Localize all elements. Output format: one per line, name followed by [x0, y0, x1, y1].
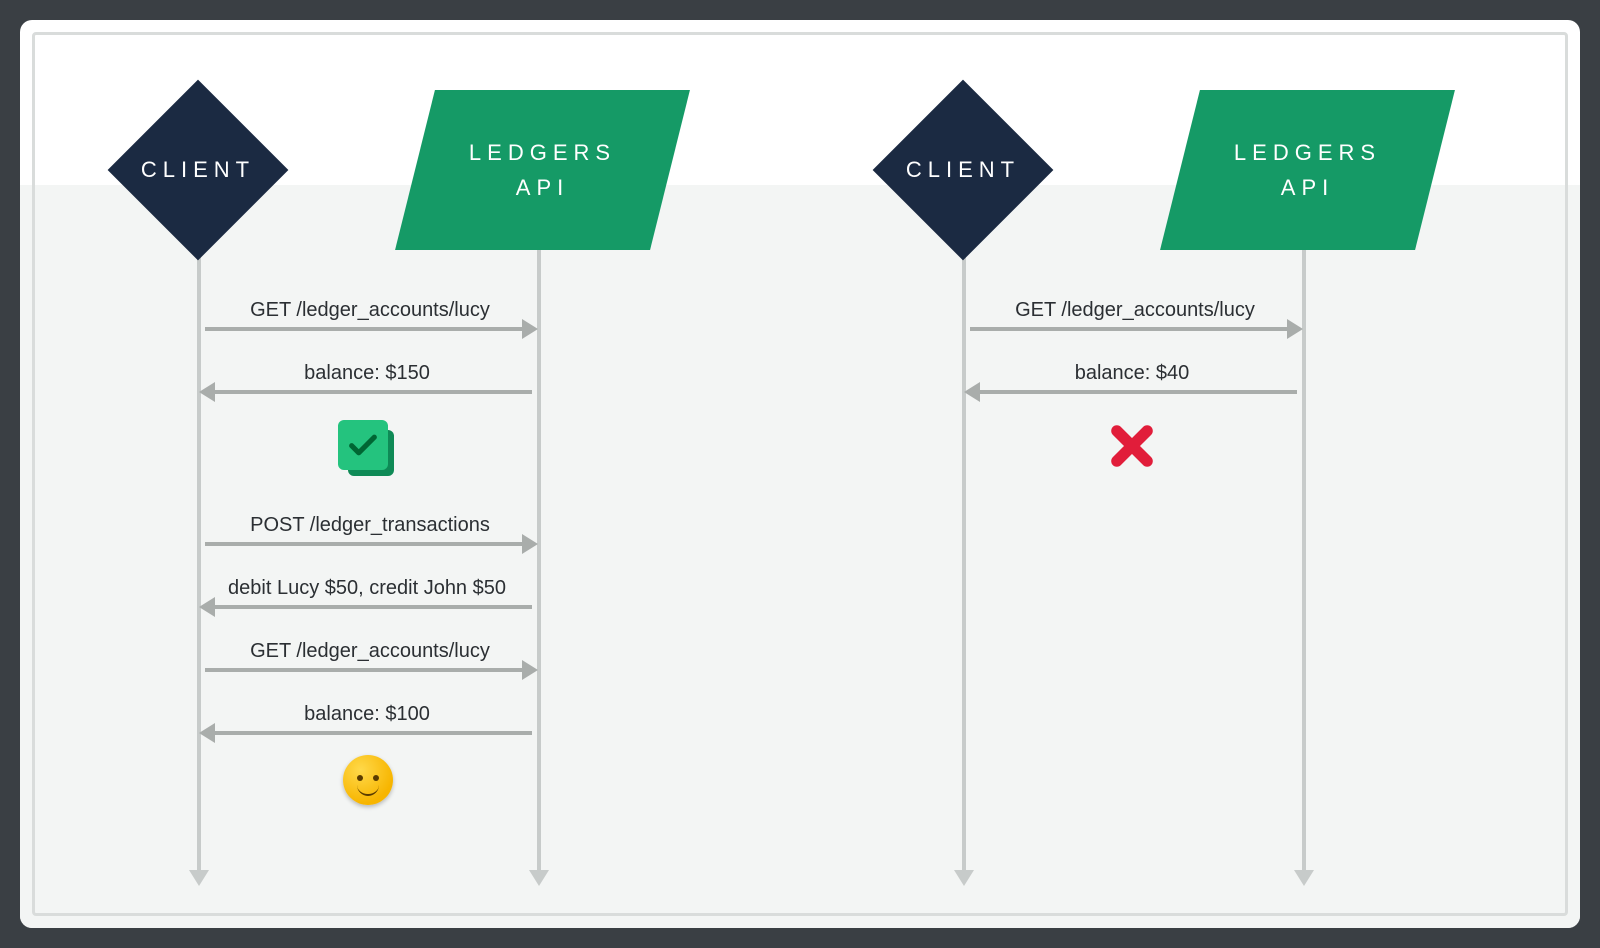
participant-api-left: LEDGERS API: [415, 90, 670, 250]
lifeline-client-right: [962, 190, 966, 870]
msg-label: GET /ledger_accounts/lucy: [205, 640, 535, 663]
participant-client-right: CLIENT: [873, 80, 1053, 260]
participant-api-label-line2: API: [516, 170, 569, 205]
participant-api-label-line2: API: [1281, 170, 1334, 205]
participant-api-label-line1: LEDGERS: [1234, 135, 1381, 170]
msg-label: balance: $150: [202, 362, 532, 385]
msg-right-2: balance: $40: [967, 368, 1297, 408]
participant-api-right: LEDGERS API: [1180, 90, 1435, 250]
msg-label: debit Lucy $50, credit John $50: [202, 577, 532, 600]
msg-label: balance: $100: [202, 703, 532, 726]
msg-left-1: GET /ledger_accounts/lucy: [205, 305, 535, 345]
participant-client-label: CLIENT: [873, 80, 1053, 260]
lifeline-client-left: [197, 190, 201, 870]
cross-icon: [1106, 420, 1158, 472]
msg-label: GET /ledger_accounts/lucy: [205, 299, 535, 322]
participant-api-label-line1: LEDGERS: [469, 135, 616, 170]
lifeline-api-right: [1302, 190, 1306, 870]
msg-left-2: balance: $150: [202, 368, 532, 408]
msg-left-5: GET /ledger_accounts/lucy: [205, 646, 535, 686]
msg-label: balance: $40: [967, 362, 1297, 385]
msg-left-6: balance: $100: [202, 709, 532, 749]
smiley-icon: [343, 755, 393, 805]
msg-right-1: GET /ledger_accounts/lucy: [970, 305, 1300, 345]
msg-label: POST /ledger_transactions: [205, 514, 535, 537]
diagram-canvas: CLIENT LEDGERS API GET /ledger_accounts/…: [20, 20, 1580, 928]
check-icon: [338, 420, 394, 476]
msg-label: GET /ledger_accounts/lucy: [970, 299, 1300, 322]
msg-left-4: debit Lucy $50, credit John $50: [202, 583, 532, 623]
msg-left-3: POST /ledger_transactions: [205, 520, 535, 560]
participant-client-left: CLIENT: [108, 80, 288, 260]
participant-client-label: CLIENT: [108, 80, 288, 260]
lifeline-api-left: [537, 190, 541, 870]
